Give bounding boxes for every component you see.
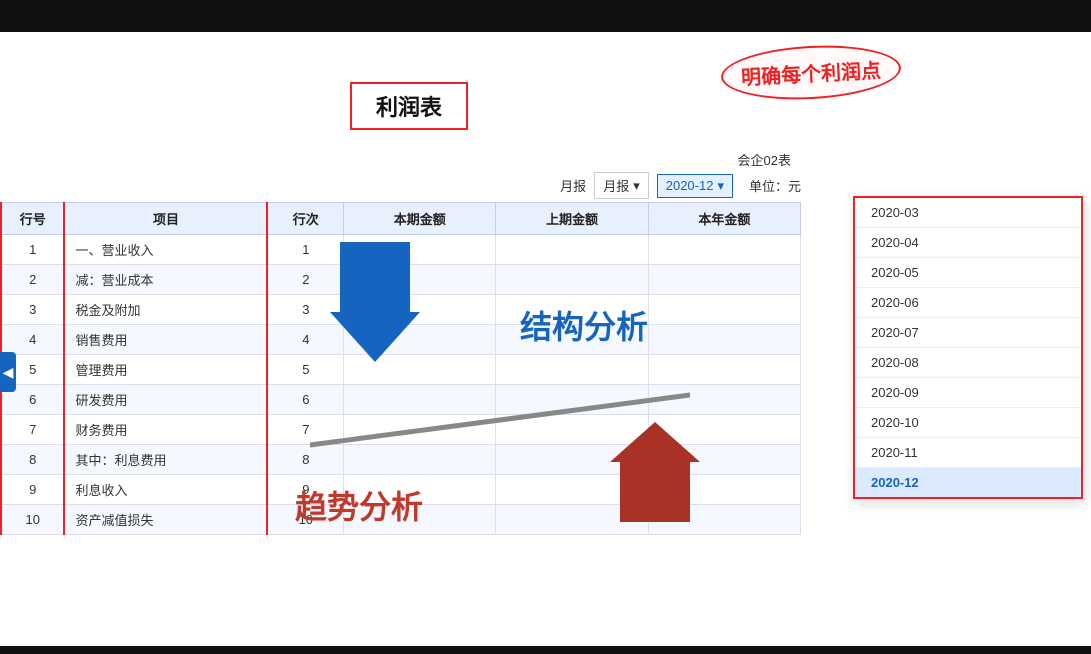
title-box: 利润表 <box>350 82 468 130</box>
cell-annual <box>648 325 800 355</box>
cell-annual <box>648 235 800 265</box>
cell-annual <box>648 295 800 325</box>
trend-label: 趋势分析 <box>295 482 423 528</box>
arrow-down-annotation <box>330 242 420 367</box>
speech-bubble: 明确每个利润点 <box>721 46 901 99</box>
company-row: 会企02表 <box>738 150 791 169</box>
cell-item: 其中：利息费用 <box>64 445 267 475</box>
arrow-up-annotation <box>610 422 700 527</box>
dropdown-item[interactable]: 2020-12 <box>855 468 1081 497</box>
controls-row: 月报 月报 ▾ 2020-12 ▾ 单位：元 <box>0 172 1091 199</box>
col-item: 项目 <box>64 203 267 235</box>
col-num: 行号 <box>1 203 64 235</box>
col-prev: 上期金额 <box>496 203 648 235</box>
header-row: 行号 项目 行次 本期金额 上期金额 本年金额 <box>1 203 801 235</box>
cell-num: 2 <box>1 265 64 295</box>
period-type-select[interactable]: 月报 ▾ <box>594 172 649 199</box>
period-label: 月报 <box>560 176 586 195</box>
cell-item: 减：营业成本 <box>64 265 267 295</box>
dropdown-items-container: 2020-032020-042020-052020-062020-072020-… <box>855 198 1081 497</box>
cell-num: 4 <box>1 325 64 355</box>
dropdown-item[interactable]: 2020-06 <box>855 288 1081 318</box>
cell-num: 10 <box>1 505 64 535</box>
cell-annual <box>648 355 800 385</box>
chevron-down-icon: ▾ <box>633 178 640 194</box>
cell-item: 管理费用 <box>64 355 267 385</box>
cell-prev <box>496 235 648 265</box>
left-panel-toggle[interactable]: ◀ <box>0 352 16 392</box>
dropdown-item[interactable]: 2020-09 <box>855 378 1081 408</box>
dropdown-item[interactable]: 2020-08 <box>855 348 1081 378</box>
cell-prev <box>496 265 648 295</box>
unit-text: 单位：元 <box>749 176 801 195</box>
top-bar <box>0 0 1091 32</box>
cell-item: 税金及附加 <box>64 295 267 325</box>
cell-num: 3 <box>1 295 64 325</box>
dropdown-item[interactable]: 2020-05 <box>855 258 1081 288</box>
cell-item: 资产减值损失 <box>64 505 267 535</box>
cell-item: 一、营业收入 <box>64 235 267 265</box>
cell-item: 财务费用 <box>64 415 267 445</box>
period-value-text: 2020-12 <box>666 178 714 193</box>
dropdown-item[interactable]: 2020-04 <box>855 228 1081 258</box>
title-text: 利润表 <box>376 95 442 120</box>
cell-num: 9 <box>1 475 64 505</box>
table-header: 行号 项目 行次 本期金额 上期金额 本年金额 <box>1 203 801 235</box>
cell-num: 8 <box>1 445 64 475</box>
main-container: 明确每个利润点 利润表 会企02表 月报 月报 ▾ 2020-12 ▾ 单位：元 <box>0 0 1091 654</box>
speech-bubble-text: 明确每个利润点 <box>720 41 903 103</box>
col-current: 本期金额 <box>344 203 496 235</box>
cell-item: 研发费用 <box>64 385 267 415</box>
dropdown-item[interactable]: 2020-03 <box>855 198 1081 228</box>
cell-annual <box>648 265 800 295</box>
dropdown-item[interactable]: 2020-07 <box>855 318 1081 348</box>
cell-item: 销售费用 <box>64 325 267 355</box>
period-type-value: 月报 <box>603 176 629 195</box>
dropdown-item[interactable]: 2020-10 <box>855 408 1081 438</box>
cell-prev <box>496 355 648 385</box>
cell-num: 7 <box>1 415 64 445</box>
cell-num: 1 <box>1 235 64 265</box>
content-area: 明确每个利润点 利润表 会企02表 月报 月报 ▾ 2020-12 ▾ 单位：元 <box>0 32 1091 654</box>
structure-label: 结构分析 <box>520 302 648 348</box>
chevron-left-icon: ◀ <box>3 364 14 381</box>
period-value-select[interactable]: 2020-12 ▾ <box>657 174 733 198</box>
company-text: 会企02表 <box>738 153 791 168</box>
dropdown-panel: 2020-032020-042020-052020-062020-072020-… <box>853 196 1083 499</box>
dropdown-item[interactable]: 2020-11 <box>855 438 1081 468</box>
col-annual: 本年金额 <box>648 203 800 235</box>
cell-item: 利息收入 <box>64 475 267 505</box>
col-order: 行次 <box>267 203 343 235</box>
chevron-down-icon-2: ▾ <box>717 178 724 194</box>
